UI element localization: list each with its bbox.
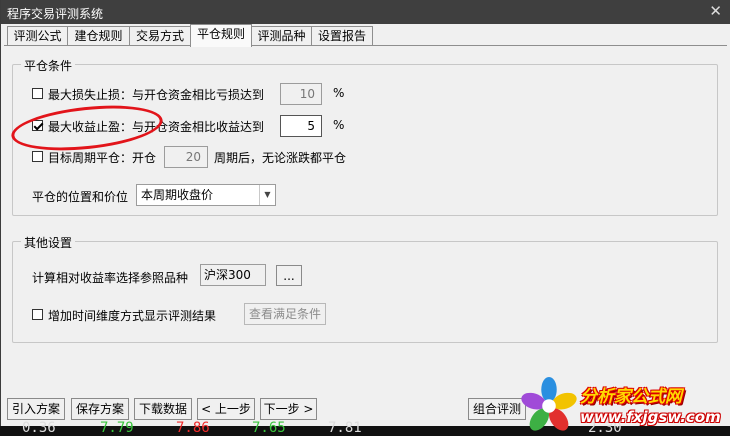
tab-trade-mode[interactable]: 交易方式 [129, 26, 191, 46]
download-data-button[interactable]: 下载数据 [134, 398, 192, 420]
next-step-button[interactable]: 下一步 > [260, 398, 317, 420]
stop-loss-checkbox[interactable] [32, 88, 43, 99]
quote-value: 7.86 [176, 420, 210, 436]
quote-value: 0.36 [22, 420, 56, 436]
position-price-value: 本周期收盘价 [141, 188, 214, 202]
target-period-checkbox[interactable] [32, 151, 43, 162]
tab-close-rules[interactable]: 平仓规则 [190, 24, 252, 47]
time-dimension-checkbox[interactable] [32, 309, 43, 320]
watermark-logo: 分析家公式网 www.fxjgsw.com [518, 376, 730, 434]
benchmark-label: 计算相对收益率选择参照品种 [32, 271, 189, 285]
import-scheme-button[interactable]: 引入方案 [7, 398, 65, 420]
target-period-input[interactable]: 20 [164, 146, 208, 168]
stop-loss-input[interactable]: 10 [280, 83, 322, 105]
take-profit-unit: % [333, 118, 345, 132]
tab-formula[interactable]: 评测公式 [7, 26, 68, 46]
position-price-select[interactable]: 本周期收盘价 ▼ [136, 184, 276, 206]
position-price-label: 平仓的位置和价位 [32, 190, 129, 204]
window-title: 程序交易评测系统 [7, 7, 104, 21]
benchmark-field[interactable]: 沪深300 [200, 264, 266, 286]
flower-logo-icon [521, 376, 577, 431]
save-scheme-button[interactable]: 保存方案 [71, 398, 129, 420]
quote-value: 7.65 [252, 420, 286, 436]
other-settings-title: 其他设置 [21, 234, 76, 251]
close-icon[interactable]: ✕ [709, 3, 722, 19]
take-profit-input[interactable]: 5 [280, 115, 322, 137]
chevron-down-icon[interactable]: ▼ [259, 185, 275, 205]
dialog-window: 程序交易评测系统 ✕ 评测公式 建仓规则 交易方式 平仓规则 评测品种 设置报告… [0, 0, 730, 426]
close-conditions-title: 平仓条件 [21, 57, 76, 74]
view-conditions-button[interactable]: 查看满足条件 [244, 303, 326, 325]
title-bar[interactable]: 程序交易评测系统 ✕ [1, 0, 730, 24]
target-period-label: 目标周期平仓：开仓 [48, 151, 157, 165]
stop-loss-label: 最大损失止损：与开仓资金相比亏损达到 [48, 88, 265, 102]
prev-step-button[interactable]: < 上一步 [197, 398, 255, 420]
watermark-name: 分析家公式网 [580, 387, 682, 407]
quote-value: 7.81 [328, 420, 362, 436]
quote-value: 7.79 [100, 420, 134, 436]
tab-open-rules[interactable]: 建仓规则 [67, 26, 130, 46]
time-dimension-label: 增加时间维度方式显示评测结果 [48, 309, 217, 323]
watermark-url: www.fxjgsw.com [580, 408, 721, 426]
other-settings-group: 其他设置 [12, 234, 718, 343]
benchmark-browse-button[interactable]: ... [276, 265, 302, 286]
target-period-suffix: 周期后，无论涨跌都平仓 [214, 151, 347, 165]
take-profit-checkbox[interactable] [32, 120, 43, 131]
take-profit-label: 最大收益止盈：与开仓资金相比收益达到 [48, 120, 265, 134]
stop-loss-unit: % [333, 86, 345, 100]
tab-report[interactable]: 设置报告 [311, 26, 373, 46]
tab-instruments[interactable]: 评测品种 [251, 26, 312, 46]
